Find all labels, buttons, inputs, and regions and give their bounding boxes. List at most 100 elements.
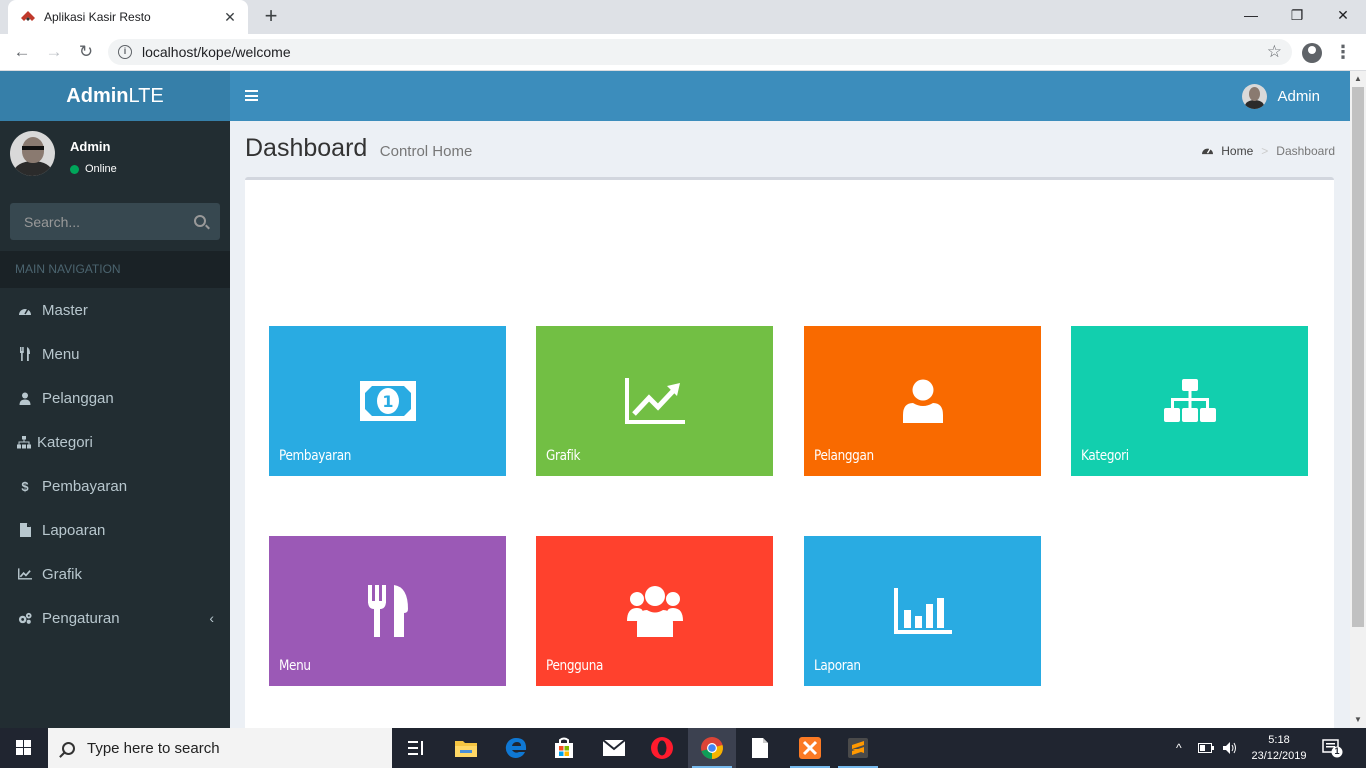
avatar <box>1242 84 1268 109</box>
sidebar-item-menu[interactable]: Menu <box>0 332 230 376</box>
notepad-icon[interactable] <box>736 728 784 768</box>
cutlery-icon <box>18 347 32 361</box>
sidebar-item-master[interactable]: Master <box>0 288 230 332</box>
tile-label: Pelanggan <box>814 448 874 464</box>
tile-pelanggan[interactable]: Pelanggan <box>804 326 1041 476</box>
sidebar-item-label: Master <box>42 301 88 319</box>
sidebar-search-input[interactable]: Search... <box>10 203 220 240</box>
windows-start-icon[interactable] <box>16 740 32 756</box>
header-user-menu[interactable]: Admin <box>1242 84 1320 109</box>
system-clock[interactable]: 5:18 23/12/2019 <box>1248 732 1310 764</box>
show-hidden-icons-button[interactable]: ^ <box>1176 728 1182 768</box>
windows-taskbar: Type here to search ^ 5:18 23/12/2019 1 <box>0 728 1366 768</box>
tab-close-icon[interactable]: ✕ <box>222 9 238 26</box>
chevron-left-icon[interactable]: ‹ <box>209 610 214 626</box>
sidebar-item-lapoaran[interactable]: Lapoaran <box>0 508 230 552</box>
header-user-name: Admin <box>1277 88 1320 105</box>
scrollbar-thumb[interactable] <box>1352 87 1364 627</box>
page-scrollbar[interactable]: ▲ ▼ <box>1350 71 1366 728</box>
info-icon[interactable]: i <box>118 45 132 59</box>
sidebar-item-pengaturan[interactable]: Pengaturan ‹ <box>0 596 230 640</box>
sidebar: Admin Online Search... MAIN NAVIGATION M… <box>0 121 230 728</box>
sidebar-item-label: Pengaturan <box>42 609 120 627</box>
tile-menu[interactable]: Menu <box>269 536 506 686</box>
user-name: Admin <box>70 139 111 154</box>
new-tab-button[interactable]: + <box>258 4 284 30</box>
sidebar-item-label: Grafik <box>42 565 83 583</box>
menu-kebab-icon[interactable]: ⋮ <box>1334 40 1352 64</box>
breadcrumb-current: Dashboard <box>1276 144 1335 158</box>
sidebar-item-grafik[interactable]: Grafik <box>0 552 230 596</box>
scroll-up-icon[interactable]: ▲ <box>1350 71 1366 87</box>
restore-button[interactable]: ❐ <box>1274 0 1320 30</box>
clock-date: 23/12/2019 <box>1251 750 1307 762</box>
tile-pengguna[interactable]: Pengguna <box>536 536 773 686</box>
taskbar-search-text: Type here to search <box>87 739 220 757</box>
sidebar-item-kategori[interactable]: Kategori <box>0 420 230 464</box>
browser-tab[interactable]: Aplikasi Kasir Resto ✕ <box>8 0 248 34</box>
url-text[interactable]: localhost/kope/welcome <box>142 44 1267 60</box>
tile-label: Menu <box>279 658 311 674</box>
tile-laporan[interactable]: Laporan <box>804 536 1041 686</box>
chrome-icon[interactable] <box>688 728 736 768</box>
scroll-down-icon[interactable]: ▼ <box>1350 712 1366 728</box>
tile-label: Laporan <box>814 658 861 674</box>
breadcrumb-home-link[interactable]: Home <box>1221 144 1253 158</box>
mail-icon[interactable] <box>590 728 638 768</box>
address-bar[interactable]: i localhost/kope/welcome ☆ <box>108 39 1292 65</box>
user-panel: Admin Online <box>10 131 220 176</box>
dashboard-box: 1 Pembayaran Grafik Pelanggan Kategori M… <box>245 177 1334 728</box>
tab-title: Aplikasi Kasir Resto <box>44 10 151 24</box>
avatar <box>10 131 55 176</box>
search-icon[interactable] <box>194 215 206 227</box>
sublime-text-icon[interactable] <box>834 728 882 768</box>
xampp-icon[interactable] <box>786 728 834 768</box>
sidebar-nav: Master Menu Pelanggan Kategori $ Pembaya… <box>0 288 230 640</box>
bookmark-star-icon[interactable]: ☆ <box>1267 42 1282 62</box>
tile-label: Pembayaran <box>279 448 352 464</box>
tile-grafik[interactable]: Grafik <box>536 326 773 476</box>
tile-label: Kategori <box>1081 448 1129 464</box>
tile-kategori[interactable]: Kategori <box>1071 326 1308 476</box>
line-chart-icon <box>18 567 32 581</box>
clock-time: 5:18 <box>1268 734 1290 746</box>
close-window-button[interactable]: ✕ <box>1320 0 1366 30</box>
action-center-icon[interactable]: 1 <box>1322 728 1344 768</box>
store-icon[interactable] <box>540 728 588 768</box>
reload-icon[interactable]: ↻ <box>74 40 98 64</box>
svg-text:1: 1 <box>382 392 393 411</box>
dollar-icon: $ <box>21 478 29 494</box>
sidebar-item-label: Menu <box>42 345 80 363</box>
back-arrow-icon[interactable]: ← <box>10 40 34 64</box>
content-header: Dashboard Control Home Home > Dashboard <box>245 134 1335 170</box>
volume-icon[interactable] <box>1222 728 1238 768</box>
sidebar-toggle-icon[interactable] <box>245 90 258 101</box>
logo-bold: Admin <box>66 85 129 107</box>
profile-icon[interactable] <box>1302 43 1322 63</box>
page-viewport: AdminLTE Admin Admin Online Search... MA… <box>0 71 1350 728</box>
forward-arrow-icon[interactable]: → <box>42 40 66 64</box>
page-subtitle: Control Home <box>379 143 473 160</box>
battery-icon[interactable] <box>1198 728 1214 768</box>
sidebar-item-pelanggan[interactable]: Pelanggan <box>0 376 230 420</box>
sitemap-icon <box>17 435 31 449</box>
opera-icon[interactable] <box>638 728 686 768</box>
cogs-icon <box>18 611 32 625</box>
taskbar-search-input[interactable]: Type here to search <box>48 728 392 768</box>
file-explorer-icon[interactable] <box>442 728 490 768</box>
task-view-icon[interactable] <box>392 728 440 768</box>
sidebar-item-label: Pembayaran <box>42 477 128 495</box>
dashboard-icon <box>1201 144 1214 158</box>
tile-pembayaran[interactable]: 1 Pembayaran <box>269 326 506 476</box>
edge-browser-icon[interactable] <box>492 728 540 768</box>
sidebar-item-label: Kategori <box>37 433 93 451</box>
dashboard-icon <box>18 303 32 317</box>
tile-label: Pengguna <box>546 658 604 674</box>
tile-label: Grafik <box>546 448 581 464</box>
minimize-button[interactable]: — <box>1228 0 1274 30</box>
browser-toolbar: ← → ↻ i localhost/kope/welcome ☆ ⋮ <box>0 34 1366 71</box>
sidebar-item-pembayaran[interactable]: $ Pembayaran <box>0 464 230 508</box>
online-dot-icon <box>70 164 79 174</box>
page-title: Dashboard <box>245 134 368 162</box>
app-logo[interactable]: AdminLTE <box>0 71 230 121</box>
